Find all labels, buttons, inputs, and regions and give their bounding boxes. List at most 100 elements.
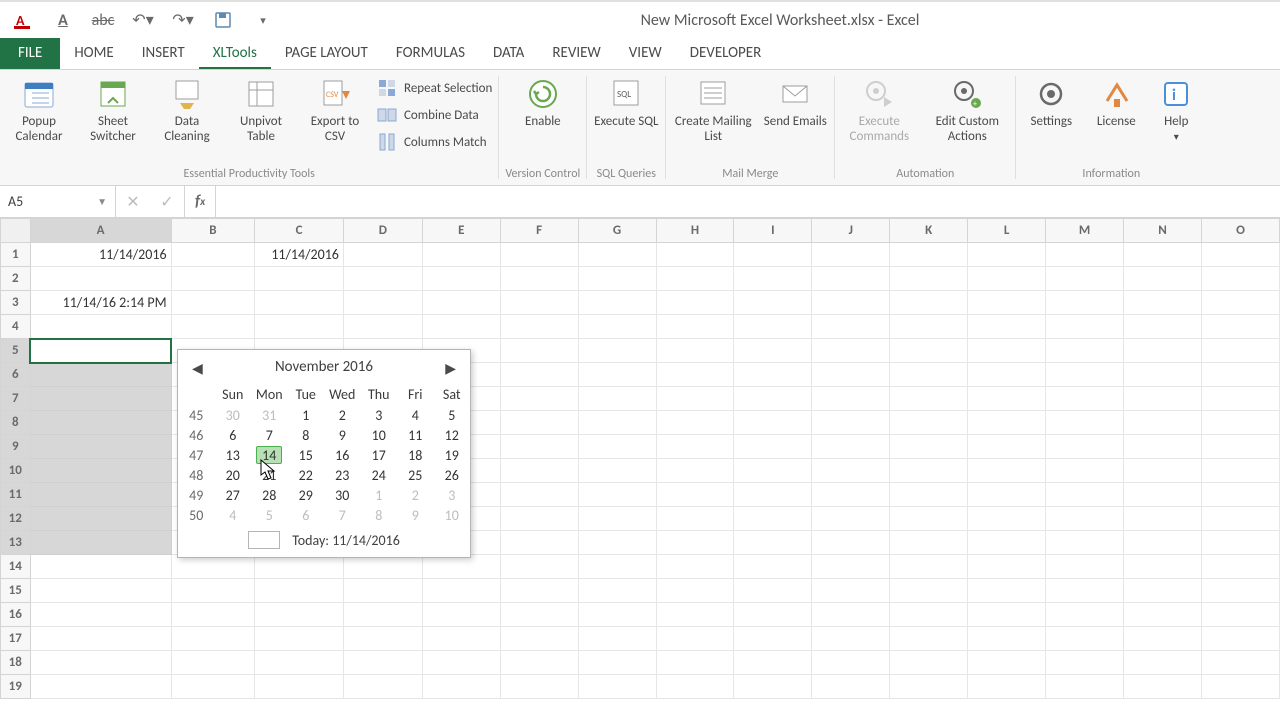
cell-O1[interactable] <box>1201 243 1279 267</box>
cell-E19[interactable] <box>422 675 500 699</box>
calendar-day[interactable]: 28 <box>251 485 288 505</box>
cell-L5[interactable] <box>968 339 1046 363</box>
cell-K5[interactable] <box>890 339 968 363</box>
calendar-day[interactable]: 8 <box>361 505 398 525</box>
cell-J13[interactable] <box>812 531 890 555</box>
cell-G11[interactable] <box>578 483 656 507</box>
cell-I6[interactable] <box>734 363 812 387</box>
cell-B4[interactable] <box>171 315 255 339</box>
sheet-switcher-button[interactable]: Sheet Switcher <box>80 74 146 144</box>
cell-F14[interactable] <box>500 555 578 579</box>
cell-G14[interactable] <box>578 555 656 579</box>
cell-M19[interactable] <box>1046 675 1124 699</box>
cell-E16[interactable] <box>422 603 500 627</box>
row-header[interactable]: 3 <box>1 291 31 315</box>
cell-A12[interactable] <box>30 507 171 531</box>
cell-N6[interactable] <box>1124 363 1202 387</box>
execute-sql-button[interactable]: SQL Execute SQL <box>593 74 659 129</box>
cell-H2[interactable] <box>656 267 734 291</box>
calendar-day[interactable]: 4 <box>397 405 434 425</box>
unpivot-table-button[interactable]: Unpivot Table <box>228 74 294 144</box>
column-header-E[interactable]: E <box>422 219 500 243</box>
cell-H8[interactable] <box>656 411 734 435</box>
cell-O14[interactable] <box>1201 555 1279 579</box>
tab-home[interactable]: HOME <box>60 38 127 69</box>
fx-icon[interactable]: fx <box>185 186 216 217</box>
cell-I17[interactable] <box>734 627 812 651</box>
cell-O11[interactable] <box>1201 483 1279 507</box>
cell-H19[interactable] <box>656 675 734 699</box>
cell-O4[interactable] <box>1201 315 1279 339</box>
edit-custom-actions-button[interactable]: + Edit Custom Actions <box>925 74 1009 144</box>
cell-L16[interactable] <box>968 603 1046 627</box>
cell-I3[interactable] <box>734 291 812 315</box>
cell-N15[interactable] <box>1124 579 1202 603</box>
cell-H13[interactable] <box>656 531 734 555</box>
cell-J1[interactable] <box>812 243 890 267</box>
underline-icon[interactable]: A <box>52 9 74 31</box>
row-header[interactable]: 6 <box>1 363 31 387</box>
data-cleaning-button[interactable]: Data Cleaning <box>154 74 220 144</box>
cancel-edit-icon[interactable]: ✕ <box>116 186 150 217</box>
cell-A18[interactable] <box>30 651 171 675</box>
cell-F13[interactable] <box>500 531 578 555</box>
calendar-day[interactable]: 4 <box>215 505 252 525</box>
cell-K10[interactable] <box>890 459 968 483</box>
cell-N11[interactable] <box>1124 483 1202 507</box>
cell-L19[interactable] <box>968 675 1046 699</box>
cell-F2[interactable] <box>500 267 578 291</box>
cell-I7[interactable] <box>734 387 812 411</box>
cell-L7[interactable] <box>968 387 1046 411</box>
cell-O16[interactable] <box>1201 603 1279 627</box>
cell-I11[interactable] <box>734 483 812 507</box>
cell-O18[interactable] <box>1201 651 1279 675</box>
row-header[interactable]: 2 <box>1 267 31 291</box>
cell-N2[interactable] <box>1124 267 1202 291</box>
save-icon[interactable] <box>212 9 234 31</box>
cell-E15[interactable] <box>422 579 500 603</box>
calendar-day[interactable]: 24 <box>361 465 398 485</box>
cell-O9[interactable] <box>1201 435 1279 459</box>
cell-L1[interactable] <box>968 243 1046 267</box>
column-header-H[interactable]: H <box>656 219 734 243</box>
cell-D15[interactable] <box>343 579 422 603</box>
cell-I9[interactable] <box>734 435 812 459</box>
cell-H9[interactable] <box>656 435 734 459</box>
cell-M2[interactable] <box>1046 267 1124 291</box>
cell-G5[interactable] <box>578 339 656 363</box>
cell-H17[interactable] <box>656 627 734 651</box>
cell-G2[interactable] <box>578 267 656 291</box>
cell-M18[interactable] <box>1046 651 1124 675</box>
cell-L12[interactable] <box>968 507 1046 531</box>
cell-A11[interactable] <box>30 483 171 507</box>
calendar-day[interactable]: 27 <box>215 485 252 505</box>
cell-F17[interactable] <box>500 627 578 651</box>
cell-K14[interactable] <box>890 555 968 579</box>
cell-J12[interactable] <box>812 507 890 531</box>
calendar-day[interactable]: 15 <box>288 445 325 465</box>
tab-xltools[interactable]: XLTools <box>199 38 271 69</box>
cell-B19[interactable] <box>171 675 255 699</box>
calendar-day[interactable]: 9 <box>324 425 361 445</box>
cell-F3[interactable] <box>500 291 578 315</box>
cell-O17[interactable] <box>1201 627 1279 651</box>
tab-data[interactable]: DATA <box>479 38 538 69</box>
calendar-day[interactable]: 2 <box>397 485 434 505</box>
calendar-day[interactable]: 2 <box>324 405 361 425</box>
cell-M14[interactable] <box>1046 555 1124 579</box>
cell-J4[interactable] <box>812 315 890 339</box>
column-header-K[interactable]: K <box>890 219 968 243</box>
enter-edit-icon[interactable]: ✓ <box>150 186 184 217</box>
calendar-day[interactable]: 25 <box>397 465 434 485</box>
cell-G3[interactable] <box>578 291 656 315</box>
cell-A5[interactable] <box>30 339 171 363</box>
cell-I16[interactable] <box>734 603 812 627</box>
cell-C18[interactable] <box>255 651 344 675</box>
cell-A19[interactable] <box>30 675 171 699</box>
cell-N13[interactable] <box>1124 531 1202 555</box>
undo-icon[interactable]: ↶▾ <box>132 9 154 31</box>
cell-G18[interactable] <box>578 651 656 675</box>
calendar-day[interactable]: 10 <box>361 425 398 445</box>
calendar-day[interactable]: 1 <box>288 405 325 425</box>
calendar-day[interactable]: 6 <box>288 505 325 525</box>
